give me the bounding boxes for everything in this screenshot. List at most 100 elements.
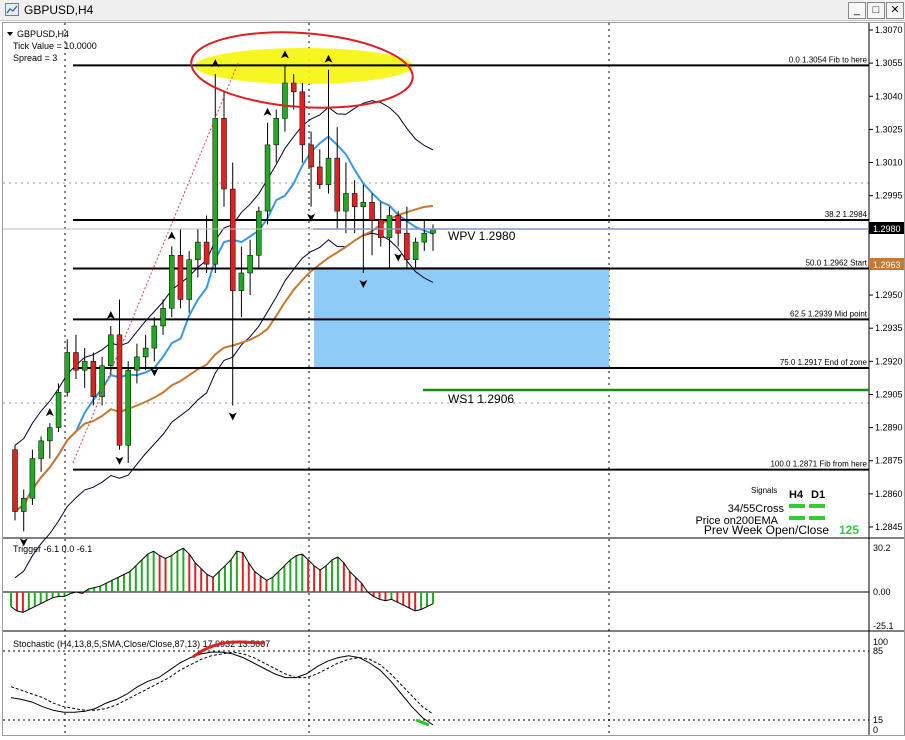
- ws1-label: WS1 1.2906: [448, 392, 514, 406]
- candle-body: [195, 241, 201, 260]
- candle-body: [360, 202, 367, 207]
- price-axis: 1.3070 1.3055 1.3040 1.3025 1.3010 1.2995 1.29…: [869, 25, 903, 532]
- price-tick-label: 1.3025: [875, 124, 903, 134]
- candle-body: [273, 118, 279, 146]
- candle-body: [412, 241, 419, 260]
- close-button[interactable]: ✕: [886, 2, 904, 19]
- stochastic-label: Stochastic (H4,13,8,5,SMA,Close/Close,87…: [13, 639, 270, 649]
- window-title: GBPUSD,H4: [24, 3, 94, 17]
- candle-body: [38, 440, 44, 459]
- info-tick-value: Tick Value = 10.0000: [13, 41, 97, 51]
- stochastic-lines: [10, 640, 434, 727]
- candle-body: [12, 449, 18, 512]
- info-collapse-icon[interactable]: [7, 32, 13, 36]
- current-price-tag: 1.2980: [873, 224, 901, 234]
- maximize-button[interactable]: □: [867, 2, 885, 19]
- price-tick-label: 1.2950: [875, 290, 903, 300]
- candle-body: [108, 334, 114, 367]
- candle-body: [20, 498, 27, 512]
- stoch-axis-85: 85: [873, 646, 883, 656]
- trigger-axis-zero: 0.00: [873, 587, 891, 597]
- fib-label: 0.0 1.3054 Fib to here: [789, 55, 868, 64]
- wpv-label: WPV 1.2980: [448, 229, 516, 243]
- prev-week-label: Prev Week Open/Close: [704, 523, 829, 537]
- stoch-main-line: [10, 651, 434, 726]
- fractal-up-icon: [106, 310, 115, 319]
- candle-body: [221, 118, 227, 190]
- candle-body: [238, 272, 245, 291]
- candle-body: [134, 356, 140, 371]
- price-tick-label: 1.3055: [875, 58, 903, 68]
- signals-title: Signals: [751, 486, 777, 495]
- candle-body: [55, 392, 62, 428]
- candle-body: [369, 202, 375, 221]
- candle-body: [282, 82, 288, 119]
- price-tick-label: 1.2845: [875, 522, 903, 532]
- candle-body: [308, 144, 314, 168]
- fib-label: 50.0 1.2962 Start: [806, 259, 868, 268]
- candle-body: [256, 210, 262, 256]
- price-tick-label: 1.2995: [875, 191, 903, 201]
- candle-body: [64, 352, 70, 393]
- candle-body: [160, 308, 166, 327]
- info-spread: Spread = 3: [13, 53, 57, 63]
- price-tick-label: 1.2890: [875, 423, 903, 433]
- chart-frame[interactable]: 0.0 1.3054 Fib to here 38.2 1.2984 50.0 1.…: [2, 22, 905, 736]
- candle-body: [151, 325, 158, 349]
- candle-body: [81, 361, 88, 371]
- candle-body: [125, 369, 131, 446]
- candle-body: [90, 361, 97, 397]
- signal-d1-cross-ind: [809, 504, 825, 508]
- signal-h4-ema-ind: [789, 516, 805, 520]
- fractal-down-icon: [394, 253, 403, 262]
- signals-col-d1: D1: [811, 489, 825, 501]
- candle-body: [343, 193, 349, 212]
- fractal-up-icon: [167, 231, 176, 240]
- price-tick-label: 1.2860: [875, 489, 903, 499]
- candle-body: [421, 232, 428, 243]
- candle-body: [386, 215, 393, 238]
- fractal-down-icon: [150, 368, 159, 377]
- trigger-label: Trigger -6.1 0.0 -6.1: [13, 544, 92, 554]
- signals-col-h4: H4: [789, 489, 804, 501]
- signal-row-cross: 34/55Cross: [728, 503, 785, 515]
- candle-body: [404, 232, 410, 260]
- buy-zone-box: [314, 267, 609, 368]
- trigger-axis-bottom: -25.1: [873, 621, 894, 631]
- candle-body: [177, 255, 184, 300]
- candle-body: [47, 427, 53, 442]
- candle-body: [334, 157, 340, 212]
- candle-body: [247, 255, 253, 274]
- signal-d1-ema-ind: [809, 516, 825, 520]
- candle-body: [142, 347, 149, 358]
- candle-body: [212, 118, 219, 265]
- chart-window-icon: [5, 3, 19, 16]
- trigger-line: [10, 547, 434, 613]
- stoch-signal-line: [10, 651, 434, 715]
- candle-body: [203, 241, 210, 265]
- fib-levels: 0.0 1.3054 Fib to here 38.2 1.2984 50.0 1.…: [73, 55, 869, 471]
- price-tick-label: 1.3010: [875, 158, 903, 168]
- fib-label: 38.2 1.2984: [825, 210, 868, 219]
- candle-body: [186, 259, 192, 300]
- vertical-grid: [3, 23, 869, 735]
- fractal-down-icon: [228, 412, 237, 421]
- signal-h4-cross-ind: [789, 504, 805, 508]
- prev-week-value: 125: [839, 523, 859, 537]
- fib-label: 75.0 1.2917 End of zone: [780, 358, 868, 367]
- candle-body: [264, 144, 271, 212]
- minimize-button[interactable]: _: [848, 2, 866, 19]
- fractal-down-icon: [115, 456, 124, 465]
- fractal-up-icon: [263, 107, 272, 116]
- fractal-up-icon: [45, 408, 54, 417]
- candle-body: [229, 188, 236, 291]
- price-tick-label: 1.2905: [875, 389, 903, 399]
- price-chart[interactable]: 0.0 1.3054 Fib to here 38.2 1.2984 50.0 1.…: [3, 23, 904, 735]
- price-tick-label: 1.2935: [875, 323, 903, 333]
- candle-body: [299, 91, 306, 146]
- candle-body: [395, 215, 401, 234]
- info-symbol: GBPUSD,H4: [17, 29, 69, 39]
- trigger-histogram: [10, 547, 434, 613]
- orange-price-tag: 1.2963: [873, 260, 901, 270]
- price-tick-label: 1.2875: [875, 456, 903, 466]
